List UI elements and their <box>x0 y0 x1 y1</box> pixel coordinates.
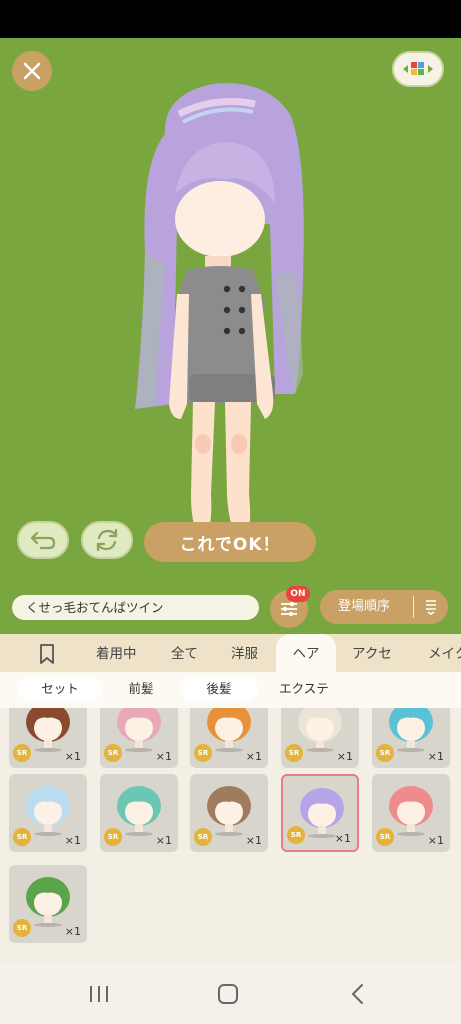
rarity-badge: SR <box>13 828 31 846</box>
sort-order-label: 登場順序 <box>338 599 391 614</box>
item-count: ×1 <box>427 750 444 763</box>
status-bar <box>0 0 461 38</box>
system-nav-bar <box>0 964 461 1024</box>
confirm-button[interactable]: これでOK！ <box>144 522 316 562</box>
item-count: ×1 <box>64 925 81 938</box>
bookmark-icon <box>40 644 54 664</box>
rarity-badge: SR <box>376 744 394 762</box>
item-count: ×1 <box>64 834 81 847</box>
back-button[interactable] <box>346 982 370 1006</box>
hair-item-card[interactable]: SR ×1 <box>100 774 178 852</box>
hair-subtabs: セット 前髪 後髪 エクステ <box>0 672 461 708</box>
hair-item-card[interactable]: SR ×1 <box>190 774 268 852</box>
close-button[interactable] <box>12 51 52 91</box>
subtab-set[interactable]: セット <box>18 677 102 701</box>
hair-thumbnail <box>389 708 433 752</box>
recent-apps-icon <box>90 986 108 1002</box>
item-count: ×1 <box>336 750 353 763</box>
hair-thumbnail <box>117 708 161 752</box>
tab-clothes[interactable]: 洋服 <box>231 634 258 672</box>
hair-thumbnail <box>207 786 251 836</box>
tab-accessories[interactable]: アクセ <box>352 634 392 672</box>
close-icon <box>23 62 41 80</box>
tab-bookmark[interactable] <box>38 634 64 672</box>
item-count: ×1 <box>155 834 172 847</box>
rarity-badge: SR <box>104 828 122 846</box>
filter-sliders-icon <box>281 601 297 617</box>
hair-thumbnail <box>117 786 161 836</box>
filter-on-badge: ON <box>286 586 310 602</box>
grid-toggle-icon <box>403 62 433 75</box>
home-button[interactable] <box>216 982 240 1006</box>
search-input[interactable]: くせっ毛おてんばツイン <box>12 595 259 620</box>
subtab-extensions[interactable]: エクステ <box>268 677 340 701</box>
hair-item-card[interactable]: SR ×1 <box>372 708 450 768</box>
category-tabs: 着用中 全て 洋服 ヘア アクセ メイク <box>0 634 461 672</box>
tab-hair[interactable]: ヘア <box>276 634 336 672</box>
rotate-icon <box>96 528 118 552</box>
home-icon <box>218 984 238 1004</box>
hair-item-card[interactable]: SR ×1 <box>9 708 87 768</box>
avatar-stage: これでOK！ <box>0 38 461 580</box>
sort-icon[interactable] <box>424 599 438 615</box>
tab-makeup[interactable]: メイク <box>428 634 461 672</box>
rotate-button[interactable] <box>81 521 133 559</box>
hair-thumbnail <box>300 788 344 838</box>
item-count: ×1 <box>245 834 262 847</box>
tab-wearing[interactable]: 着用中 <box>96 634 137 672</box>
rarity-badge: SR <box>13 919 31 937</box>
hair-thumbnail <box>389 786 433 836</box>
rarity-badge: SR <box>13 744 31 762</box>
avatar-figure <box>135 83 304 543</box>
rarity-badge: SR <box>194 744 212 762</box>
subtab-bangs[interactable]: 前髪 <box>110 677 172 701</box>
recent-apps-button[interactable] <box>87 982 111 1006</box>
subtab-back-hair[interactable]: 後髪 <box>180 677 258 701</box>
hair-item-card[interactable]: SR ×1 <box>9 774 87 852</box>
sort-divider <box>413 596 414 618</box>
tab-all[interactable]: 全て <box>171 634 198 672</box>
item-count: ×1 <box>427 834 444 847</box>
layout-toggle-button[interactable] <box>392 51 444 87</box>
rarity-badge: SR <box>287 826 305 844</box>
rarity-badge: SR <box>194 828 212 846</box>
item-count: ×1 <box>245 750 262 763</box>
item-grid: SR ×1 SR ×1 SR ×1 SR ×1 SR ×1 SR ×1 SR ×1 SR ×1 SR ×1 SR ×1… <box>0 708 461 964</box>
rarity-badge: SR <box>376 828 394 846</box>
item-count: ×1 <box>64 750 81 763</box>
hair-item-card[interactable]: SR ×1 <box>190 708 268 768</box>
hair-item-card[interactable]: SR ×1 <box>281 774 359 852</box>
undo-button[interactable] <box>17 521 69 559</box>
back-icon <box>351 984 363 1004</box>
search-bar: くせっ毛おてんばツイン ON 登場順序 <box>0 580 461 634</box>
hair-thumbnail <box>207 708 251 752</box>
rarity-badge: SR <box>285 744 303 762</box>
hair-item-card[interactable]: SR ×1 <box>372 774 450 852</box>
hair-thumbnail <box>26 877 70 927</box>
sort-order-button[interactable]: 登場順序 <box>320 590 448 624</box>
hair-thumbnail <box>26 708 70 752</box>
hair-item-card[interactable]: SR ×1 <box>9 865 87 943</box>
item-count: ×1 <box>334 832 351 845</box>
rarity-badge: SR <box>104 744 122 762</box>
item-count: ×1 <box>155 750 172 763</box>
undo-icon <box>30 531 56 550</box>
hair-thumbnail <box>298 708 342 752</box>
hair-item-card[interactable]: SR ×1 <box>281 708 359 768</box>
hair-item-card[interactable]: SR ×1 <box>100 708 178 768</box>
hair-thumbnail <box>26 786 70 836</box>
